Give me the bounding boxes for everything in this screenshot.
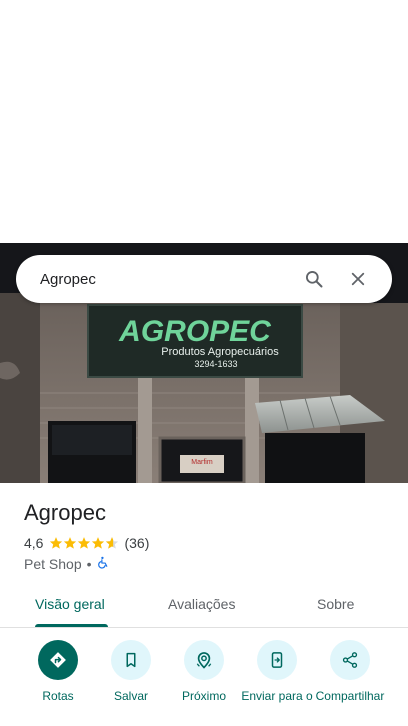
send-to-phone-label: Enviar para o	[241, 689, 313, 703]
send-to-phone-button[interactable]: Enviar para o	[237, 640, 317, 703]
separator-dot: •	[86, 556, 92, 572]
rating-row[interactable]: 4,6 (36)	[24, 535, 149, 551]
place-category: Pet Shop	[24, 556, 82, 572]
nearby-label: Próximo	[181, 689, 226, 703]
category-row: Pet Shop •	[24, 556, 110, 572]
rating-value: 4,6	[24, 535, 44, 551]
wheelchair-accessible-icon	[97, 556, 110, 572]
directions-button[interactable]: Rotas	[18, 640, 98, 703]
action-buttons: Rotas Salvar Próximo Enviar para o Compa…	[0, 640, 408, 726]
save-label: Salvar	[113, 689, 148, 703]
directions-label: Rotas	[42, 689, 74, 703]
send-to-phone-icon	[257, 640, 297, 680]
search-input[interactable]: Agropec	[40, 271, 292, 288]
nearby-button[interactable]: Próximo	[164, 640, 244, 703]
review-count[interactable]: (36)	[124, 535, 149, 551]
star-icon	[64, 537, 77, 549]
sign-main-text: AGROPEC	[118, 315, 272, 348]
bookmark-icon	[111, 640, 151, 680]
sign-sub-text: Produtos Agropecuários	[161, 346, 279, 358]
star-rating	[49, 536, 119, 550]
place-name: Agropec	[24, 500, 106, 525]
tab-about[interactable]: Sobre	[317, 596, 354, 612]
directions-icon	[38, 640, 78, 680]
star-icon	[78, 537, 91, 549]
active-tab-indicator	[35, 624, 108, 627]
sign-phone-text: 3294-1633	[194, 359, 237, 369]
tab-overview[interactable]: Visão geral	[35, 596, 105, 612]
search-icon[interactable]	[292, 257, 336, 301]
share-button[interactable]: Compartilhar	[310, 640, 390, 703]
share-label: Compartilhar	[315, 689, 385, 703]
star-icon	[92, 537, 105, 549]
star-icon	[50, 537, 63, 549]
save-button[interactable]: Salvar	[91, 640, 171, 703]
share-icon	[330, 640, 370, 680]
place-tabs: Visão geral Avaliações Sobre	[0, 584, 408, 628]
nearby-icon	[184, 640, 224, 680]
door-sign-text: Marfim	[191, 459, 213, 466]
tab-reviews[interactable]: Avaliações	[168, 596, 235, 612]
map-blank-area	[0, 0, 408, 243]
half-star-icon	[106, 537, 119, 549]
close-icon[interactable]	[336, 257, 380, 301]
search-bar[interactable]: Agropec	[16, 255, 392, 303]
